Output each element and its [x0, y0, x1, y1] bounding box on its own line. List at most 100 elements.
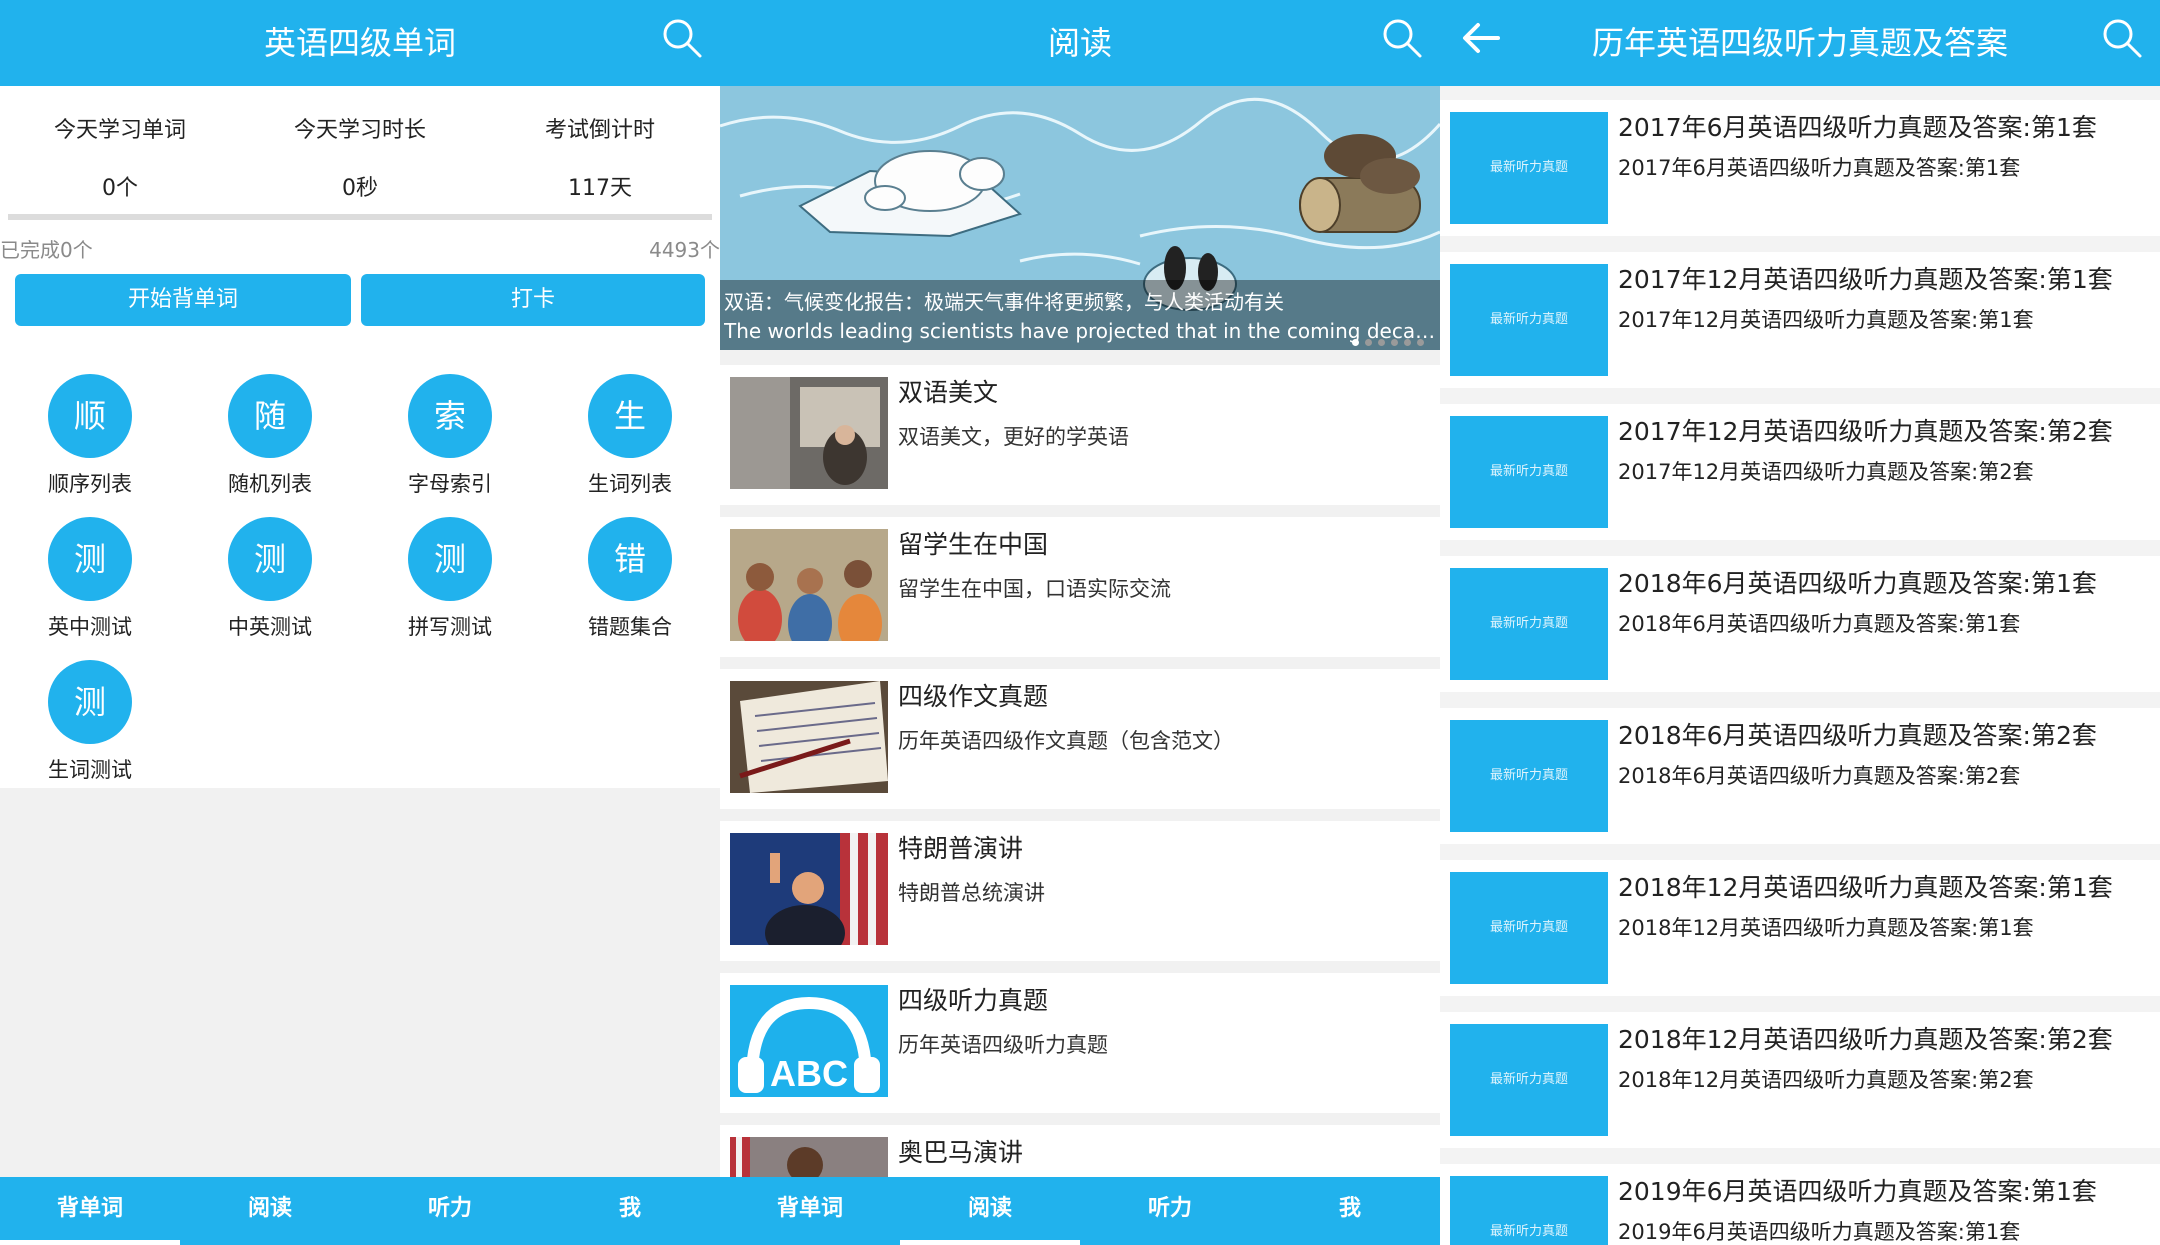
- icon-circle: 顺: [48, 374, 132, 458]
- icon-circle: 测: [48, 660, 132, 744]
- feature-grid: 顺 顺序列表 随 随机列表 索 字母索引 生 生词列表 测 英中测试 测 中英测…: [0, 356, 720, 788]
- featured-banner[interactable]: 双语：气候变化报告：极端天气事件将更频繁，与人类活动有关 The worlds …: [720, 86, 1440, 350]
- article-item-cet4-listening[interactable]: ABC 四级听力真题 历年英语四级听力真题: [720, 973, 1440, 1113]
- article-item-students-in-china[interactable]: 留学生在中国 留学生在中国，口语实际交流: [720, 517, 1440, 657]
- sequential-list-button[interactable]: 顺 顺序列表: [0, 356, 180, 496]
- en-cn-test-button[interactable]: 测 英中测试: [0, 499, 180, 639]
- page-title: 英语四级单词: [263, 24, 456, 62]
- alphabet-index-button[interactable]: 索 字母索引: [360, 356, 540, 496]
- cn-en-test-button[interactable]: 测 中英测试: [180, 499, 360, 639]
- exam-list-item[interactable]: 最新听力真题 2018年6月英语四级听力真题及答案:第1套 2018年6月英语四…: [1440, 556, 2160, 692]
- icon-circle: 生: [588, 374, 672, 458]
- tab-me[interactable]: 我: [1260, 1177, 1440, 1245]
- article-thumbnail: [730, 529, 888, 641]
- feature-label: 英中测试: [48, 615, 132, 639]
- exam-list-item[interactable]: 最新听力真题 2018年6月英语四级听力真题及答案:第2套 2018年6月英语四…: [1440, 708, 2160, 844]
- stat-label: 今天学习单词: [53, 118, 186, 143]
- exam-title: 2018年6月英语四级听力真题及答案:第2套: [1618, 721, 2097, 750]
- start-memorize-button[interactable]: 开始背单词: [15, 274, 351, 326]
- stat-time-today: 今天学习时长 0秒: [240, 112, 480, 202]
- exam-list-item[interactable]: 最新听力真题 2019年6月英语四级听力真题及答案:第1套 2019年6月英语四…: [1440, 1164, 2160, 1245]
- banner-caption: 双语：气候变化报告：极端天气事件将更频繁，与人类活动有关 The worlds …: [720, 280, 1440, 350]
- feature-label: 拼写测试: [408, 615, 492, 639]
- tab-me[interactable]: 我: [540, 1177, 720, 1245]
- carousel-dot[interactable]: [1378, 339, 1385, 346]
- stat-value: 117天: [568, 176, 632, 201]
- banner-subtitle: The worlds leading scientists have proje…: [724, 319, 1436, 343]
- tab-vocabulary[interactable]: 背单词: [0, 1177, 180, 1245]
- feature-label: 生词测试: [48, 758, 132, 782]
- exam-subtitle: 2018年6月英语四级听力真题及答案:第2套: [1618, 764, 2021, 788]
- carousel-dot[interactable]: [1365, 339, 1372, 346]
- article-desc: 留学生在中国，口语实际交流: [898, 577, 1171, 601]
- icon-circle: 错: [588, 517, 672, 601]
- exam-subtitle: 2019年6月英语四级听力真题及答案:第1套: [1618, 1220, 2021, 1244]
- mistakes-collection-button[interactable]: 错 错题集合: [540, 499, 720, 639]
- exam-title: 2018年6月英语四级听力真题及答案:第1套: [1618, 569, 2097, 598]
- feature-label: 随机列表: [228, 472, 312, 496]
- article-title: 留学生在中国: [898, 530, 1049, 559]
- exam-list-item[interactable]: 最新听力真题 2017年12月英语四级听力真题及答案:第1套 2017年12月英…: [1440, 252, 2160, 388]
- article-title: 奥巴马演讲: [898, 1138, 1024, 1167]
- search-icon[interactable]: [658, 14, 706, 62]
- carousel-dot[interactable]: [1352, 339, 1359, 346]
- exam-title: 2018年12月英语四级听力真题及答案:第1套: [1618, 873, 2113, 902]
- exam-thumbnail: 最新听力真题: [1450, 264, 1608, 376]
- completed-count: 已完成0个: [0, 238, 93, 262]
- exam-list-item[interactable]: 最新听力真题 2018年12月英语四级听力真题及答案:第1套 2018年12月英…: [1440, 860, 2160, 996]
- vocabulary-screen: 英语四级单词 今天学习单词 0个 今天学习时长 0秒 考试倒计时 117天 已完…: [0, 0, 720, 1245]
- exam-subtitle: 2018年6月英语四级听力真题及答案:第1套: [1618, 612, 2021, 636]
- exam-subtitle: 2018年12月英语四级听力真题及答案:第2套: [1618, 1068, 2034, 1092]
- exam-list-item[interactable]: 最新听力真题 2018年12月英语四级听力真题及答案:第2套 2018年12月英…: [1440, 1012, 2160, 1148]
- exam-title: 2017年12月英语四级听力真题及答案:第1套: [1618, 265, 2113, 294]
- exam-list-item[interactable]: 最新听力真题 2017年6月英语四级听力真题及答案:第1套 2017年6月英语四…: [1440, 100, 2160, 236]
- exam-title: 2017年6月英语四级听力真题及答案:第1套: [1618, 113, 2097, 142]
- icon-circle: 测: [228, 517, 312, 601]
- stat-words-today: 今天学习单词 0个: [0, 112, 240, 202]
- carousel-dots: [1352, 339, 1424, 346]
- exam-subtitle: 2018年12月英语四级听力真题及答案:第1套: [1618, 916, 2034, 940]
- progress-bar: [8, 214, 712, 220]
- random-list-button[interactable]: 随 随机列表: [180, 356, 360, 496]
- article-desc: 双语美文，更好的学英语: [898, 425, 1129, 449]
- exam-title: 2019年6月英语四级听力真题及答案:第1套: [1618, 1177, 2097, 1206]
- exam-thumbnail: 最新听力真题: [1450, 872, 1608, 984]
- tab-listening[interactable]: 听力: [1080, 1177, 1260, 1245]
- article-desc: 特朗普总统演讲: [898, 881, 1045, 905]
- bottom-nav: 背单词 阅读 听力 我: [0, 1177, 720, 1245]
- check-in-button[interactable]: 打卡: [361, 274, 705, 326]
- carousel-dot[interactable]: [1391, 339, 1398, 346]
- article-item-trump-speeches[interactable]: 特朗普演讲 特朗普总统演讲: [720, 821, 1440, 961]
- tab-reading[interactable]: 阅读: [180, 1177, 360, 1245]
- banner-title: 双语：气候变化报告：极端天气事件将更频繁，与人类活动有关: [724, 290, 1284, 314]
- exam-title: 2018年12月英语四级听力真题及答案:第2套: [1618, 1025, 2113, 1054]
- search-icon[interactable]: [1378, 14, 1426, 62]
- new-words-test-button[interactable]: 测 生词测试: [0, 642, 180, 782]
- total-count: 4493个: [649, 238, 720, 262]
- tab-vocabulary[interactable]: 背单词: [720, 1177, 900, 1245]
- article-item-cet4-essays[interactable]: 四级作文真题 历年英语四级作文真题（包含范文）: [720, 669, 1440, 809]
- abc-headphones-icon: ABC: [730, 985, 888, 1097]
- icon-circle: 索: [408, 374, 492, 458]
- article-title: 特朗普演讲: [898, 834, 1024, 863]
- search-icon[interactable]: [2098, 14, 2146, 62]
- exam-subtitle: 2017年12月英语四级听力真题及答案:第2套: [1618, 460, 2034, 484]
- article-title: 四级听力真题: [898, 986, 1049, 1015]
- spelling-test-button[interactable]: 测 拼写测试: [360, 499, 540, 639]
- exam-list-item[interactable]: 最新听力真题 2017年12月英语四级听力真题及答案:第2套 2017年12月英…: [1440, 404, 2160, 540]
- exam-thumbnail: 最新听力真题: [1450, 112, 1608, 224]
- article-item-bilingual[interactable]: 双语美文 双语美文，更好的学英语: [720, 365, 1440, 505]
- exam-thumbnail: 最新听力真题: [1450, 568, 1608, 680]
- tab-reading[interactable]: 阅读: [900, 1177, 1080, 1245]
- tab-listening[interactable]: 听力: [360, 1177, 540, 1245]
- carousel-dot[interactable]: [1404, 339, 1411, 346]
- carousel-dot[interactable]: [1417, 339, 1424, 346]
- new-words-list-button[interactable]: 生 生词列表: [540, 356, 720, 496]
- article-thumbnail: [730, 833, 888, 945]
- page-title: 阅读: [1047, 24, 1112, 62]
- feature-label: 顺序列表: [48, 472, 132, 496]
- stat-label: 今天学习时长: [293, 118, 426, 143]
- exam-thumbnail: 最新听力真题: [1450, 1176, 1608, 1245]
- icon-circle: 随: [228, 374, 312, 458]
- top-bar: 英语四级单词: [0, 0, 720, 86]
